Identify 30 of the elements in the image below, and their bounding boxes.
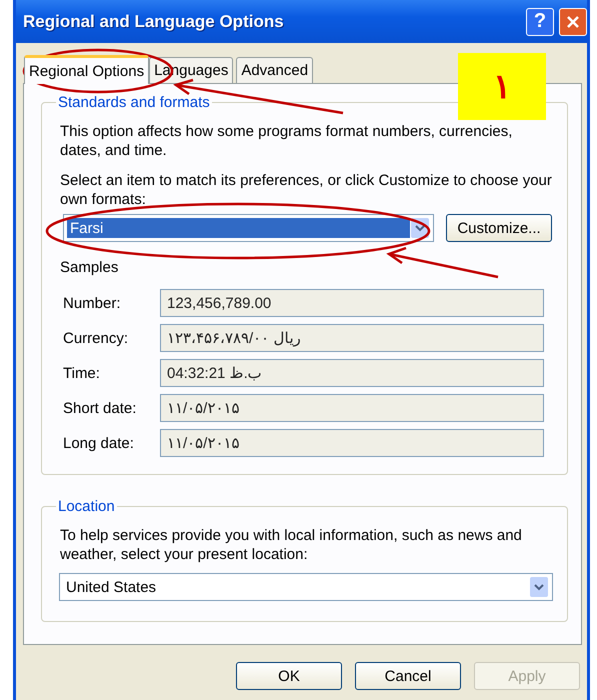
format-dropdown[interactable]: Farsi — [63, 214, 434, 242]
customize-button[interactable]: Customize... — [446, 214, 552, 242]
tab[interactable]: Regional Options — [24, 55, 150, 84]
samples-label: Samples — [60, 258, 118, 277]
selected-value: United States — [65, 578, 158, 597]
sample-field: ۱۱/۰۵/۲۰۱۵ — [160, 429, 544, 457]
instruction-text: Select an item to match its preferences, or click Customize to choose your own formats: — [60, 171, 553, 209]
group-heading: Standards and formats — [57, 93, 211, 112]
tab[interactable]: Advanced — [236, 57, 314, 83]
sample-label: Currency: — [63, 330, 130, 346]
sample-label: Time: — [63, 364, 101, 382]
dialog-button[interactable]: Cancel — [355, 662, 461, 690]
location-dropdown[interactable]: United States — [59, 573, 553, 601]
sample-field: ریال ۱۲۳،۴۵۶،۷۸۹/۰۰ — [160, 324, 544, 352]
sample-field: 04:32:21 ب.ظ — [160, 359, 544, 387]
sample-field: 123,456,789.00 — [160, 289, 544, 317]
close-button[interactable] — [559, 8, 587, 36]
sample-label: Short date: — [63, 400, 138, 416]
description-text: This option affects how some programs format numbers, currencies, dates, and time. — [60, 122, 514, 160]
description-text: To help services provide you with local information, such as news and weather, select your present location: — [60, 526, 523, 564]
sample-label: Long date: — [63, 434, 135, 452]
window-title: Regional and Language Options — [23, 12, 285, 32]
annotation-note: ١ — [458, 53, 546, 120]
group-heading: Location — [57, 497, 116, 516]
dialog-button[interactable]: OK — [236, 662, 342, 690]
help-button[interactable]: ? — [526, 8, 554, 36]
selected-value: Farsi — [67, 218, 410, 238]
sample-label: Number: — [63, 294, 122, 312]
sample-field: ۱۱/۰۵/۲۰۱۵ — [160, 394, 544, 422]
close-icon — [566, 14, 580, 28]
